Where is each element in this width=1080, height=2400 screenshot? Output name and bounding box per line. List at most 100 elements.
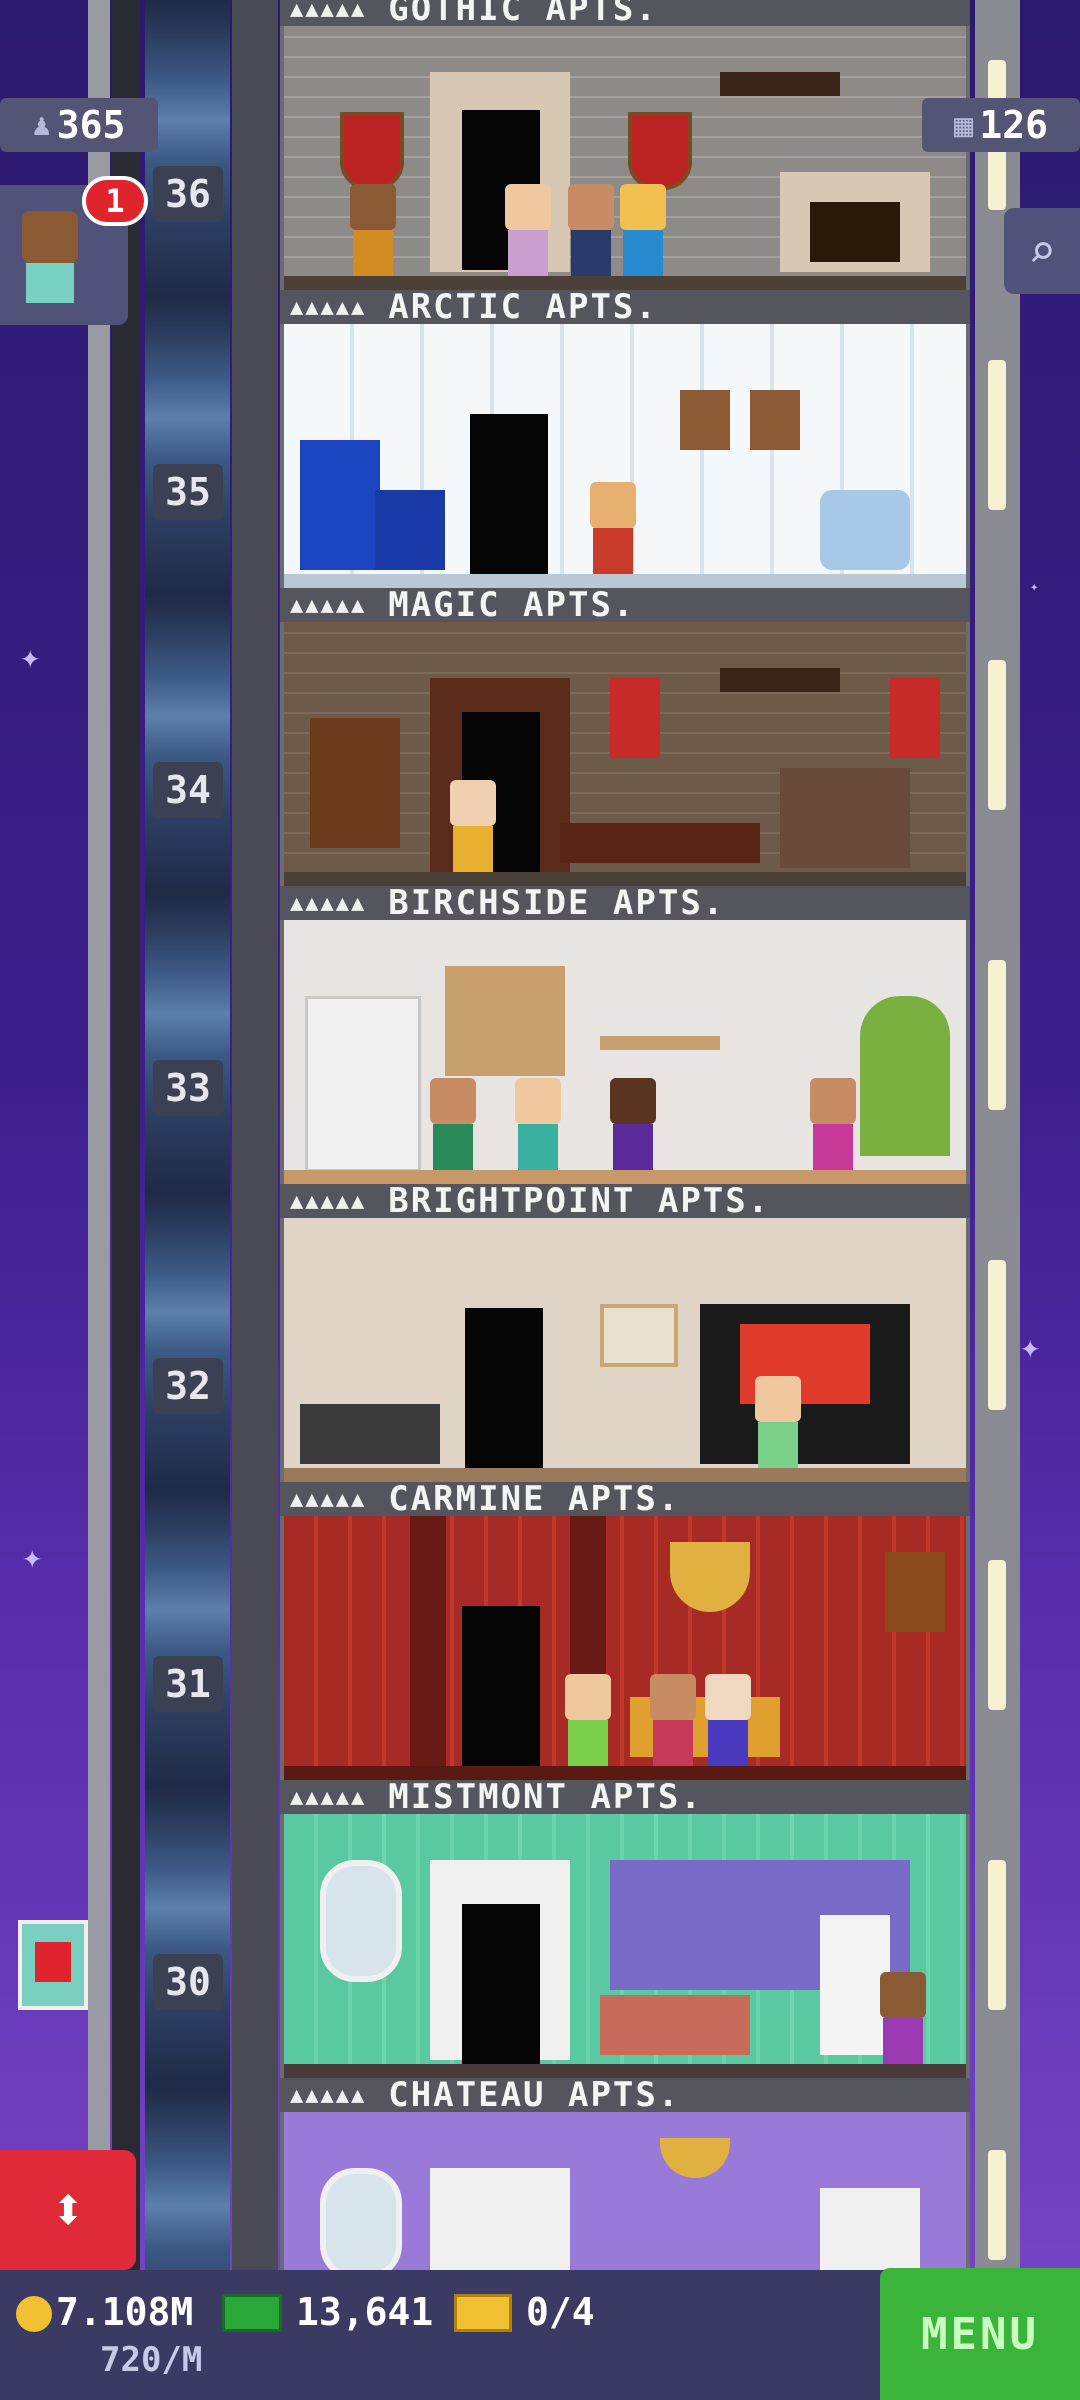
floor-brightpoint[interactable]: ▲▲▲▲▲ BRIGHTPOINT APTS. [280, 1184, 970, 1482]
sofa [600, 1995, 750, 2055]
floor-number-30[interactable]: 30 [153, 1954, 223, 2010]
tenant[interactable] [650, 1674, 696, 1766]
coin-icon [16, 2296, 52, 2332]
floor-number-33[interactable]: 33 [153, 1060, 223, 1116]
floor-header: ▲▲▲▲▲ BRIGHTPOINT APTS. [280, 1184, 970, 1221]
sky-star: ✦ [20, 637, 41, 677]
building-grid-icon: ▦ [954, 106, 974, 144]
up-down-arrows-icon: ⬍ [49, 2175, 87, 2245]
population-counter[interactable]: ♟ 365 [0, 98, 158, 152]
tenant[interactable] [450, 780, 496, 872]
sky-star: ✦ [22, 1537, 43, 1577]
floor-number-34[interactable]: 34 [153, 762, 223, 818]
fireplace [780, 172, 930, 272]
rail-light [988, 360, 1006, 510]
chandelier [720, 72, 840, 96]
bux-value: 13,641 [296, 2290, 434, 2334]
shield-decor [340, 112, 404, 190]
tenant[interactable] [515, 1078, 561, 1170]
mirror [320, 2168, 402, 2270]
floor-number-31[interactable]: 31 [153, 1656, 223, 1712]
tenant[interactable] [505, 184, 551, 276]
tenant[interactable] [620, 184, 666, 276]
floor-name: CARMINE APTS. [388, 1482, 681, 1519]
cabinet [820, 2188, 920, 2270]
floor-header: ▲▲▲▲▲ BIRCHSIDE APTS. [280, 886, 970, 923]
floors-counter[interactable]: ▦ 126 [922, 98, 1080, 152]
elevator-button[interactable]: ⬍ [0, 2150, 136, 2270]
chandelier [720, 668, 840, 692]
visitor-badge-count: 1 [105, 182, 125, 220]
tenant[interactable] [880, 1972, 926, 2064]
visitor-avatar [22, 211, 78, 263]
floor-name: BIRCHSIDE APTS. [388, 886, 726, 923]
floor-stars: ▲▲▲▲▲ [290, 1784, 367, 1810]
tenant[interactable] [430, 1078, 476, 1170]
armchair [820, 490, 910, 570]
floor-chateau[interactable]: ▲▲▲▲▲ CHATEAU APTS. [280, 2078, 970, 2270]
floor-stars: ▲▲▲▲▲ [290, 0, 367, 22]
side-ad-sign[interactable] [18, 1920, 88, 2010]
floor-base [284, 276, 966, 290]
tenant[interactable] [590, 482, 636, 574]
floor-header: ▲▲▲▲▲ ARCTIC APTS. [280, 290, 970, 327]
floor-mistmont[interactable]: ▲▲▲▲▲ MISTMONT APTS. [280, 1780, 970, 2078]
floor-name: CHATEAU APTS. [388, 2078, 681, 2115]
tenant[interactable] [810, 1078, 856, 1170]
floor-gothic[interactable]: ▲▲▲▲▲ GOTHIC APTS. [280, 0, 970, 290]
bookshelf [305, 996, 421, 1172]
door [465, 1308, 543, 1468]
floor-stars: ▲▲▲▲▲ [290, 592, 367, 618]
floor-name: ARCTIC APTS. [388, 290, 658, 327]
wall-shelf [600, 1036, 720, 1050]
door-frame [430, 2168, 570, 2270]
tower-left-rail [88, 0, 110, 2270]
floor-base [284, 2064, 966, 2078]
floor-carmine[interactable]: ▲▲▲▲▲ CARMINE APTS. [280, 1482, 970, 1780]
stove [375, 490, 445, 570]
fries-icon [35, 1942, 71, 1982]
tenant[interactable] [705, 1674, 751, 1766]
floor-arctic[interactable]: ▲▲▲▲▲ ARCTIC APTS. [280, 290, 970, 588]
bux-icon [222, 2294, 282, 2332]
fridge [300, 440, 380, 570]
floor-name: GOTHIC APTS. [388, 0, 658, 29]
tickets-value: 0/4 [526, 2290, 595, 2334]
rail-light [988, 1560, 1006, 1710]
floor-number-36[interactable]: 36 [153, 166, 223, 222]
floor-birchside[interactable]: ▲▲▲▲▲ BIRCHSIDE APTS. [280, 886, 970, 1184]
floor-base [284, 1766, 966, 1780]
tenant[interactable] [350, 184, 396, 276]
sky-star: ✦ [1020, 1327, 1041, 1367]
table [300, 1404, 440, 1464]
tower-left-rail [112, 0, 140, 2270]
menu-button[interactable]: MENU [880, 2268, 1080, 2400]
fireplace [780, 768, 910, 868]
floor-stars: ▲▲▲▲▲ [290, 294, 367, 320]
tenant[interactable] [610, 1078, 656, 1170]
floor-number-35[interactable]: 35 [153, 464, 223, 520]
door [462, 1606, 540, 1766]
tenant[interactable] [755, 1376, 801, 1468]
floor-stars: ▲▲▲▲▲ [290, 2082, 367, 2108]
banner [610, 678, 660, 758]
floor-base [284, 574, 966, 588]
rail-light [988, 660, 1006, 810]
floor-number-32[interactable]: 32 [153, 1358, 223, 1414]
floor-magic[interactable]: ▲▲▲▲▲ MAGIC APTS. [280, 588, 970, 886]
tenant[interactable] [568, 184, 614, 276]
elevator-shaft[interactable] [145, 0, 230, 2270]
banner [890, 678, 940, 758]
tenant[interactable] [565, 1674, 611, 1766]
floor-name: MAGIC APTS. [388, 588, 636, 625]
plant [860, 996, 950, 1156]
picture-frame [600, 1304, 678, 1367]
sky-star: ✦ [1030, 579, 1039, 595]
search-button[interactable]: ⌕ [1004, 208, 1080, 294]
coins-value: 7.108M [56, 2290, 194, 2334]
picture-frame [750, 390, 800, 450]
floor-stars: ▲▲▲▲▲ [290, 890, 367, 916]
picture-frame [680, 390, 730, 450]
mirror [320, 1860, 402, 1982]
ticket-icon [454, 2294, 512, 2332]
